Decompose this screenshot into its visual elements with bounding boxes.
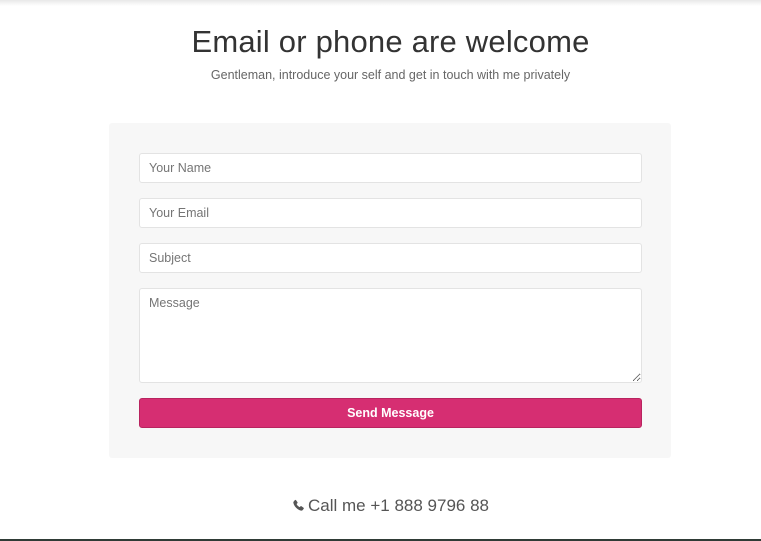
contact-page: Email or phone are welcome Gentleman, in… — [0, 0, 761, 541]
message-textarea[interactable] — [139, 288, 642, 383]
send-message-button[interactable]: Send Message — [139, 398, 642, 428]
subject-input[interactable] — [139, 243, 642, 273]
phone-icon — [293, 499, 304, 511]
name-input[interactable] — [139, 153, 642, 183]
call-text: Call me +1 888 9796 88 — [308, 496, 489, 515]
email-input[interactable] — [139, 198, 642, 228]
page-subtitle: Gentleman, introduce your self and get i… — [210, 68, 571, 82]
page-title: Email or phone are welcome — [191, 24, 590, 59]
top-shadow — [0, 0, 761, 6]
contact-form: Send Message — [109, 123, 671, 458]
call-line: Call me +1 888 9796 88 — [0, 496, 761, 516]
